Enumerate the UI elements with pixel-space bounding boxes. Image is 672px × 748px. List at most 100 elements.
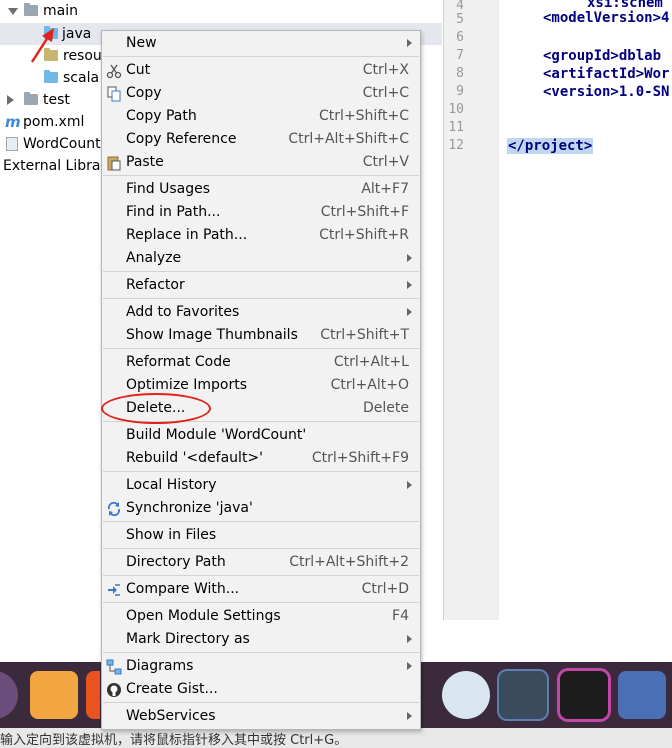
menu-item-cut[interactable]: Cut Ctrl+X xyxy=(102,59,420,82)
menu-item-reformat-code[interactable]: Reformat Code Ctrl+Alt+L xyxy=(102,351,420,374)
menu-item-create-gist[interactable]: Create Gist... xyxy=(102,678,420,701)
robot-app-icon[interactable] xyxy=(442,671,490,719)
intellij-app-icon[interactable] xyxy=(560,671,608,719)
tree-node-wordcount[interactable]: WordCount xyxy=(0,133,110,155)
menu-item-copy-reference[interactable]: Copy Reference Ctrl+Alt+Shift+C xyxy=(102,128,420,151)
tree-node-external-libraries[interactable]: External Librai xyxy=(0,155,110,177)
menu-item-shortcut: Ctrl+Shift+R xyxy=(319,227,409,243)
closing-project-tag: </project> xyxy=(507,138,594,154)
menu-item-build-module[interactable]: Build Module 'WordCount' xyxy=(102,424,420,447)
line-number: 7 xyxy=(456,48,464,63)
code-editor[interactable]: xsi:schem <modelVersion>4 <groupId>dblab… xyxy=(499,0,672,620)
menu-item-shortcut: Ctrl+C xyxy=(362,85,409,101)
menu-item-copy-path[interactable]: Copy Path Ctrl+Shift+C xyxy=(102,105,420,128)
menu-separator xyxy=(103,548,419,549)
menu-separator xyxy=(103,56,419,57)
menu-item-label: Copy Path xyxy=(126,108,197,124)
apps-grid-icon[interactable] xyxy=(618,671,666,719)
tree-node-label: main xyxy=(43,3,78,19)
menu-separator xyxy=(103,271,419,272)
menu-item-synchronize[interactable]: Synchronize 'java' xyxy=(102,497,420,520)
menu-item-copy[interactable]: Copy Ctrl+C xyxy=(102,82,420,105)
menu-item-label: Find Usages xyxy=(126,181,211,197)
menu-separator xyxy=(103,602,419,603)
menu-item-label: Show in Files xyxy=(126,527,217,543)
menu-item-label: Build Module 'WordCount' xyxy=(126,427,307,443)
context-menu: New Cut Ctrl+X Copy Ctrl+C Copy Path Ctr… xyxy=(101,30,421,730)
chevron-down-icon[interactable] xyxy=(8,8,18,15)
dock-app-icon[interactable] xyxy=(0,671,18,719)
menu-item-new[interactable]: New xyxy=(102,32,420,55)
menu-item-add-to-favorites[interactable]: Add to Favorites xyxy=(102,301,420,324)
menu-item-rebuild[interactable]: Rebuild '<default>' Ctrl+Shift+F9 xyxy=(102,447,420,470)
menu-item-label: Copy Reference xyxy=(126,131,237,147)
menu-item-paste[interactable]: Paste Ctrl+V xyxy=(102,151,420,174)
line-number: 5 xyxy=(456,12,464,27)
submenu-arrow-icon xyxy=(407,308,412,316)
menu-item-replace-in-path[interactable]: Replace in Path... Ctrl+Shift+R xyxy=(102,224,420,247)
menu-item-directory-path[interactable]: Directory Path Ctrl+Alt+Shift+2 xyxy=(102,551,420,574)
tree-node-pom[interactable]: m pom.xml xyxy=(0,111,100,133)
annotation-ellipse xyxy=(101,393,211,424)
menu-item-find-in-path[interactable]: Find in Path... Ctrl+Shift+F xyxy=(102,201,420,224)
menu-item-label: Open Module Settings xyxy=(126,608,281,624)
tree-node-main[interactable]: main xyxy=(0,0,100,22)
tree-node-label: pom.xml xyxy=(23,114,85,130)
code-line: <version>1.0-SN xyxy=(543,84,670,100)
chevron-right-icon[interactable] xyxy=(7,95,14,105)
menu-item-label: Add to Favorites xyxy=(126,304,240,320)
menu-item-shortcut: Ctrl+Shift+F9 xyxy=(311,450,409,466)
code-line: </project> xyxy=(507,137,594,155)
menu-separator xyxy=(103,521,419,522)
tree-node-label: java xyxy=(62,26,92,42)
menu-item-diagrams[interactable]: Diagrams xyxy=(102,655,420,678)
menu-item-shortcut: Ctrl+Shift+F xyxy=(320,204,409,220)
tree-node-test[interactable]: test xyxy=(0,89,100,111)
menu-separator xyxy=(103,702,419,703)
menu-item-webservices[interactable]: WebServices xyxy=(102,705,420,728)
paste-icon xyxy=(107,156,121,171)
code-line: <artifactId>Wor xyxy=(543,66,670,82)
terminal-app-icon[interactable] xyxy=(499,671,547,719)
vm-status-bar: 输入定向到该虚拟机，请将鼠标指针移入其中或按 Ctrl+G。 xyxy=(0,728,672,748)
menu-item-show-in-files[interactable]: Show in Files xyxy=(102,524,420,547)
menu-item-local-history[interactable]: Local History xyxy=(102,474,420,497)
menu-item-shortcut: Ctrl+X xyxy=(362,62,409,78)
menu-item-label: Replace in Path... xyxy=(126,227,248,243)
menu-item-show-image-thumbnails[interactable]: Show Image Thumbnails Ctrl+Shift+T xyxy=(102,324,420,347)
menu-item-open-module-settings[interactable]: Open Module Settings F4 xyxy=(102,605,420,628)
menu-item-label: Copy xyxy=(126,85,162,101)
menu-item-mark-directory-as[interactable]: Mark Directory as xyxy=(102,628,420,651)
source-folder-icon xyxy=(44,70,58,83)
copy-icon xyxy=(107,86,121,102)
menu-item-label: Local History xyxy=(126,477,217,493)
browser-app-icon[interactable] xyxy=(86,671,100,719)
menu-item-label: Paste xyxy=(126,154,164,170)
folder-icon xyxy=(24,3,38,16)
menu-item-shortcut: Ctrl+Alt+Shift+2 xyxy=(289,554,409,570)
submenu-arrow-icon xyxy=(407,481,412,489)
diagram-icon xyxy=(106,659,122,675)
compare-icon xyxy=(108,584,120,596)
folder-icon xyxy=(24,92,38,105)
menu-item-label: Cut xyxy=(126,62,151,78)
menu-item-shortcut: Delete xyxy=(363,400,409,416)
menu-item-find-usages[interactable]: Find Usages Alt+F7 xyxy=(102,178,420,201)
tree-node-label: External Librai xyxy=(3,158,105,174)
submenu-arrow-icon xyxy=(407,635,412,643)
menu-item-label: WebServices xyxy=(126,708,216,724)
editor-gutter: 4 5 6 7 8 9 10 11 12 xyxy=(443,0,500,620)
menu-item-compare-with[interactable]: Compare With... Ctrl+D xyxy=(102,578,420,601)
menu-item-shortcut: Ctrl+Shift+C xyxy=(319,108,409,124)
submenu-arrow-icon xyxy=(407,662,412,670)
menu-item-shortcut: Alt+F7 xyxy=(361,181,409,197)
submenu-arrow-icon xyxy=(407,254,412,262)
menu-item-label: Synchronize 'java' xyxy=(126,500,253,516)
menu-item-analyze[interactable]: Analyze xyxy=(102,247,420,270)
line-number: 10 xyxy=(448,102,464,117)
menu-item-refactor[interactable]: Refactor xyxy=(102,274,420,297)
menu-item-label: Find in Path... xyxy=(126,204,221,220)
line-number: 8 xyxy=(456,66,464,81)
files-app-icon[interactable] xyxy=(30,671,78,719)
menu-item-shortcut: Ctrl+V xyxy=(362,154,409,170)
